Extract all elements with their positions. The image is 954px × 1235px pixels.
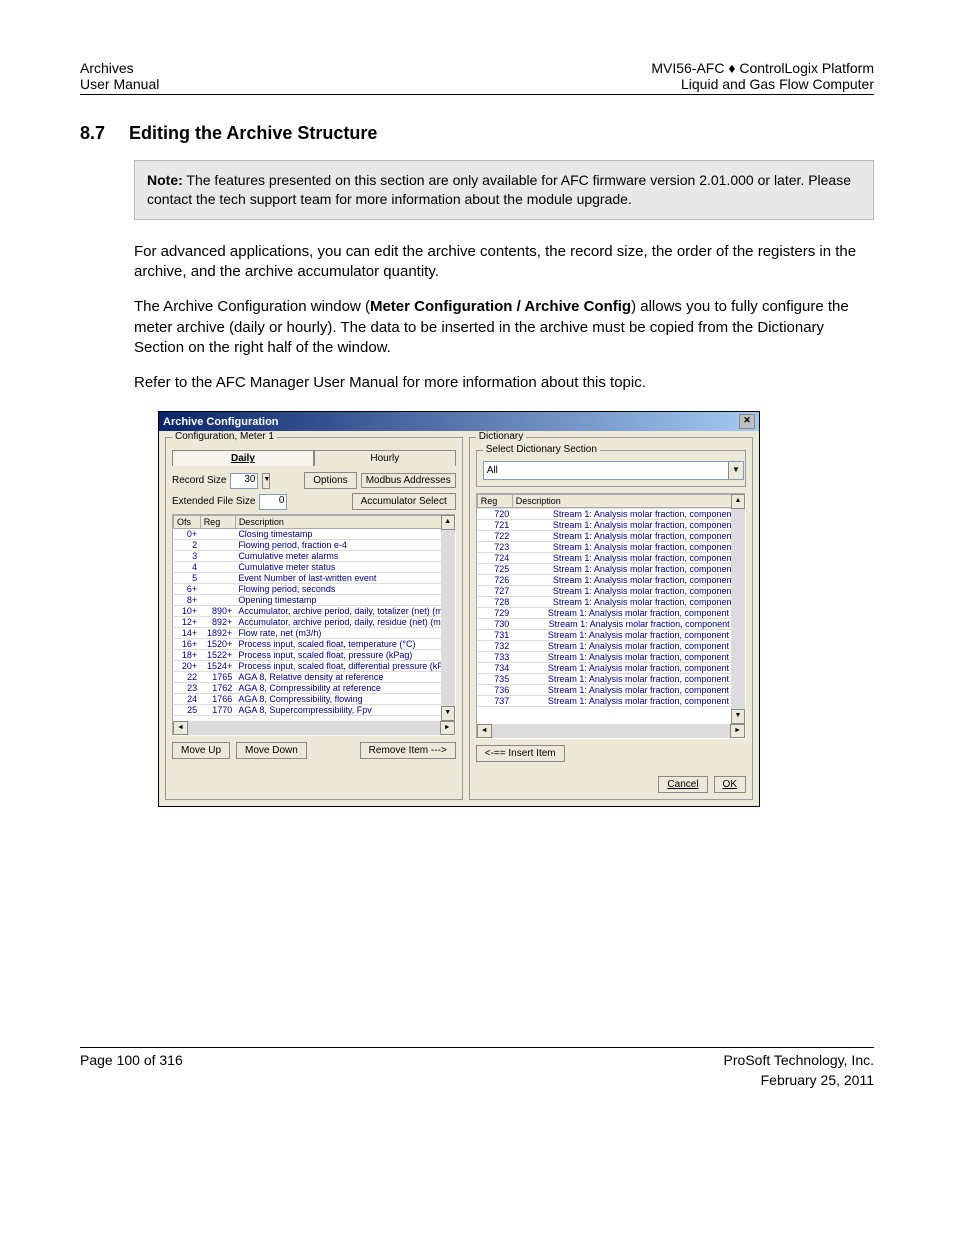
accumulator-select-button[interactable]: Accumulator Select bbox=[352, 493, 456, 510]
table-row[interactable]: 732Stream 1: Analysis molar fraction, co… bbox=[477, 641, 744, 652]
table-row[interactable]: 10+890+Accumulator, archive period, dail… bbox=[174, 606, 455, 617]
record-size-input[interactable]: 30 bbox=[230, 473, 258, 489]
header-left-1: Archives bbox=[80, 60, 134, 76]
scroll-right-icon[interactable]: ► bbox=[440, 721, 455, 735]
table-row[interactable]: 2Flowing period, fraction e-4 bbox=[174, 540, 455, 551]
table-row[interactable]: 729Stream 1: Analysis molar fraction, co… bbox=[477, 608, 744, 619]
dictionary-groupbox-legend: Dictionary bbox=[476, 431, 526, 442]
archive-config-dialog: Archive Configuration ✕ Configuration, M… bbox=[158, 411, 760, 807]
table-row[interactable]: 721Stream 1: Analysis molar fraction, co… bbox=[477, 520, 744, 531]
table-row[interactable]: 734Stream 1: Analysis molar fraction, co… bbox=[477, 663, 744, 674]
scroll-down-icon[interactable]: ▼ bbox=[731, 709, 745, 724]
table-row[interactable]: 231762AGA 8, Compressibility at referenc… bbox=[174, 683, 455, 694]
ok-button[interactable]: OK bbox=[714, 776, 746, 793]
move-down-button[interactable]: Move Down bbox=[236, 742, 307, 759]
scroll-left-icon[interactable]: ◄ bbox=[173, 721, 188, 735]
table-row[interactable]: 5Event Number of last-written event bbox=[174, 573, 455, 584]
dialog-titlebar[interactable]: Archive Configuration ✕ bbox=[159, 412, 759, 431]
table-row[interactable]: 4Cumulative meter status bbox=[174, 562, 455, 573]
table-row[interactable]: 16+1520+Process input, scaled float, tem… bbox=[174, 639, 455, 650]
chevron-down-icon[interactable]: ▼ bbox=[262, 473, 270, 489]
table-row[interactable]: 726Stream 1: Analysis molar fraction, co… bbox=[477, 575, 744, 586]
table-row[interactable]: 18+1522+Process input, scaled float, pre… bbox=[174, 650, 455, 661]
table-row[interactable]: 0+Closing timestamp bbox=[174, 529, 455, 540]
table-row[interactable]: 8+Opening timestamp bbox=[174, 595, 455, 606]
dictionary-section-select[interactable]: All ▼ bbox=[483, 461, 744, 480]
table-row[interactable]: 221765AGA 8, Relative density at referen… bbox=[174, 672, 455, 683]
page-number: Page 100 of 316 bbox=[80, 1052, 183, 1068]
table-row[interactable]: 3Cumulative meter alarms bbox=[174, 551, 455, 562]
select-section-legend: Select Dictionary Section bbox=[483, 444, 600, 455]
footer-date: February 25, 2011 bbox=[761, 1072, 874, 1088]
options-button[interactable]: Options bbox=[304, 472, 356, 489]
body-para-1: For advanced applications, you can edit … bbox=[134, 242, 874, 283]
remove-item-button[interactable]: Remove Item ---> bbox=[360, 742, 456, 759]
extended-file-size-input[interactable]: 0 bbox=[259, 494, 287, 510]
extended-file-size-label: Extended File Size bbox=[172, 496, 255, 507]
vertical-scrollbar[interactable]: ▲ ▼ bbox=[441, 515, 455, 721]
table-row[interactable]: 14+1892+Flow rate, net (m3/h) bbox=[174, 628, 455, 639]
section-title: Editing the Archive Structure bbox=[129, 123, 377, 144]
tab-hourly[interactable]: Hourly bbox=[314, 450, 456, 466]
scroll-up-icon[interactable]: ▲ bbox=[441, 515, 455, 530]
insert-item-button[interactable]: <-== Insert Item bbox=[476, 745, 565, 762]
section-heading: 8.7 Editing the Archive Structure bbox=[80, 123, 874, 144]
horizontal-scrollbar[interactable]: ◄ ► bbox=[173, 721, 455, 735]
scroll-up-icon[interactable]: ▲ bbox=[731, 494, 745, 509]
table-row[interactable]: 722Stream 1: Analysis molar fraction, co… bbox=[477, 531, 744, 542]
page-header: Archives MVI56-AFC ♦ ControlLogix Platfo… bbox=[80, 60, 874, 95]
col-description[interactable]: Description bbox=[512, 495, 744, 508]
vertical-scrollbar[interactable]: ▲ ▼ bbox=[731, 494, 745, 724]
page-footer: Page 100 of 316 ProSoft Technology, Inc.… bbox=[80, 1047, 874, 1088]
table-row[interactable]: 12+892+Accumulator, archive period, dail… bbox=[174, 617, 455, 628]
move-up-button[interactable]: Move Up bbox=[172, 742, 230, 759]
section-number: 8.7 bbox=[80, 123, 105, 144]
table-row[interactable]: 251770AGA 8, Supercompressibility, Fpv bbox=[174, 705, 455, 716]
table-row[interactable]: 723Stream 1: Analysis molar fraction, co… bbox=[477, 542, 744, 553]
scroll-down-icon[interactable]: ▼ bbox=[441, 706, 455, 721]
table-row[interactable]: 735Stream 1: Analysis molar fraction, co… bbox=[477, 674, 744, 685]
col-description[interactable]: Description bbox=[235, 516, 454, 529]
record-size-label: Record Size bbox=[172, 475, 226, 486]
horizontal-scrollbar[interactable]: ◄ ► bbox=[477, 724, 745, 738]
tab-daily[interactable]: Daily bbox=[172, 450, 314, 466]
body-para-3: Refer to the AFC Manager User Manual for… bbox=[134, 373, 874, 393]
table-row[interactable]: 20+1524+Process input, scaled float, dif… bbox=[174, 661, 455, 672]
note-box: Note: The features presented on this sec… bbox=[134, 160, 874, 220]
table-row[interactable]: 241766AGA 8, Compressibility, flowing bbox=[174, 694, 455, 705]
col-ofs[interactable]: Ofs bbox=[174, 516, 201, 529]
table-row[interactable]: 728Stream 1: Analysis molar fraction, co… bbox=[477, 597, 744, 608]
header-right-1: MVI56-AFC ♦ ControlLogix Platform bbox=[651, 60, 874, 76]
config-groupbox-legend: Configuration, Meter 1 bbox=[172, 431, 277, 442]
dialog-title: Archive Configuration bbox=[163, 416, 279, 428]
dictionary-table[interactable]: Reg Description 720Stream 1: Analysis mo… bbox=[476, 493, 746, 739]
table-row[interactable]: 733Stream 1: Analysis molar fraction, co… bbox=[477, 652, 744, 663]
cancel-button[interactable]: Cancel bbox=[658, 776, 707, 793]
table-row[interactable]: 736Stream 1: Analysis molar fraction, co… bbox=[477, 685, 744, 696]
modbus-addresses-button[interactable]: Modbus Addresses bbox=[361, 473, 456, 488]
table-row[interactable]: 737Stream 1: Analysis molar fraction, co… bbox=[477, 696, 744, 707]
table-row[interactable]: 725Stream 1: Analysis molar fraction, co… bbox=[477, 564, 744, 575]
table-row[interactable]: 720Stream 1: Analysis molar fraction, co… bbox=[477, 509, 744, 520]
note-text: The features presented on this section a… bbox=[147, 172, 851, 207]
close-icon[interactable]: ✕ bbox=[739, 414, 755, 429]
header-right-2: Liquid and Gas Flow Computer bbox=[681, 76, 874, 92]
config-table[interactable]: Ofs Reg Description 0+Closing timestamp2… bbox=[172, 514, 456, 736]
col-reg[interactable]: Reg bbox=[200, 516, 235, 529]
table-row[interactable]: 6+Flowing period, seconds bbox=[174, 584, 455, 595]
body-para-2: The Archive Configuration window (Meter … bbox=[134, 297, 874, 358]
table-row[interactable]: 724Stream 1: Analysis molar fraction, co… bbox=[477, 553, 744, 564]
note-label: Note: bbox=[147, 172, 183, 188]
scroll-right-icon[interactable]: ► bbox=[730, 724, 745, 738]
table-row[interactable]: 731Stream 1: Analysis molar fraction, co… bbox=[477, 630, 744, 641]
table-row[interactable]: 730Stream 1: Analysis molar fraction, co… bbox=[477, 619, 744, 630]
table-row[interactable]: 727Stream 1: Analysis molar fraction, co… bbox=[477, 586, 744, 597]
company-name: ProSoft Technology, Inc. bbox=[724, 1052, 874, 1068]
chevron-down-icon[interactable]: ▼ bbox=[728, 462, 743, 479]
scroll-left-icon[interactable]: ◄ bbox=[477, 724, 492, 738]
col-reg[interactable]: Reg bbox=[477, 495, 512, 508]
header-left-2: User Manual bbox=[80, 76, 159, 92]
